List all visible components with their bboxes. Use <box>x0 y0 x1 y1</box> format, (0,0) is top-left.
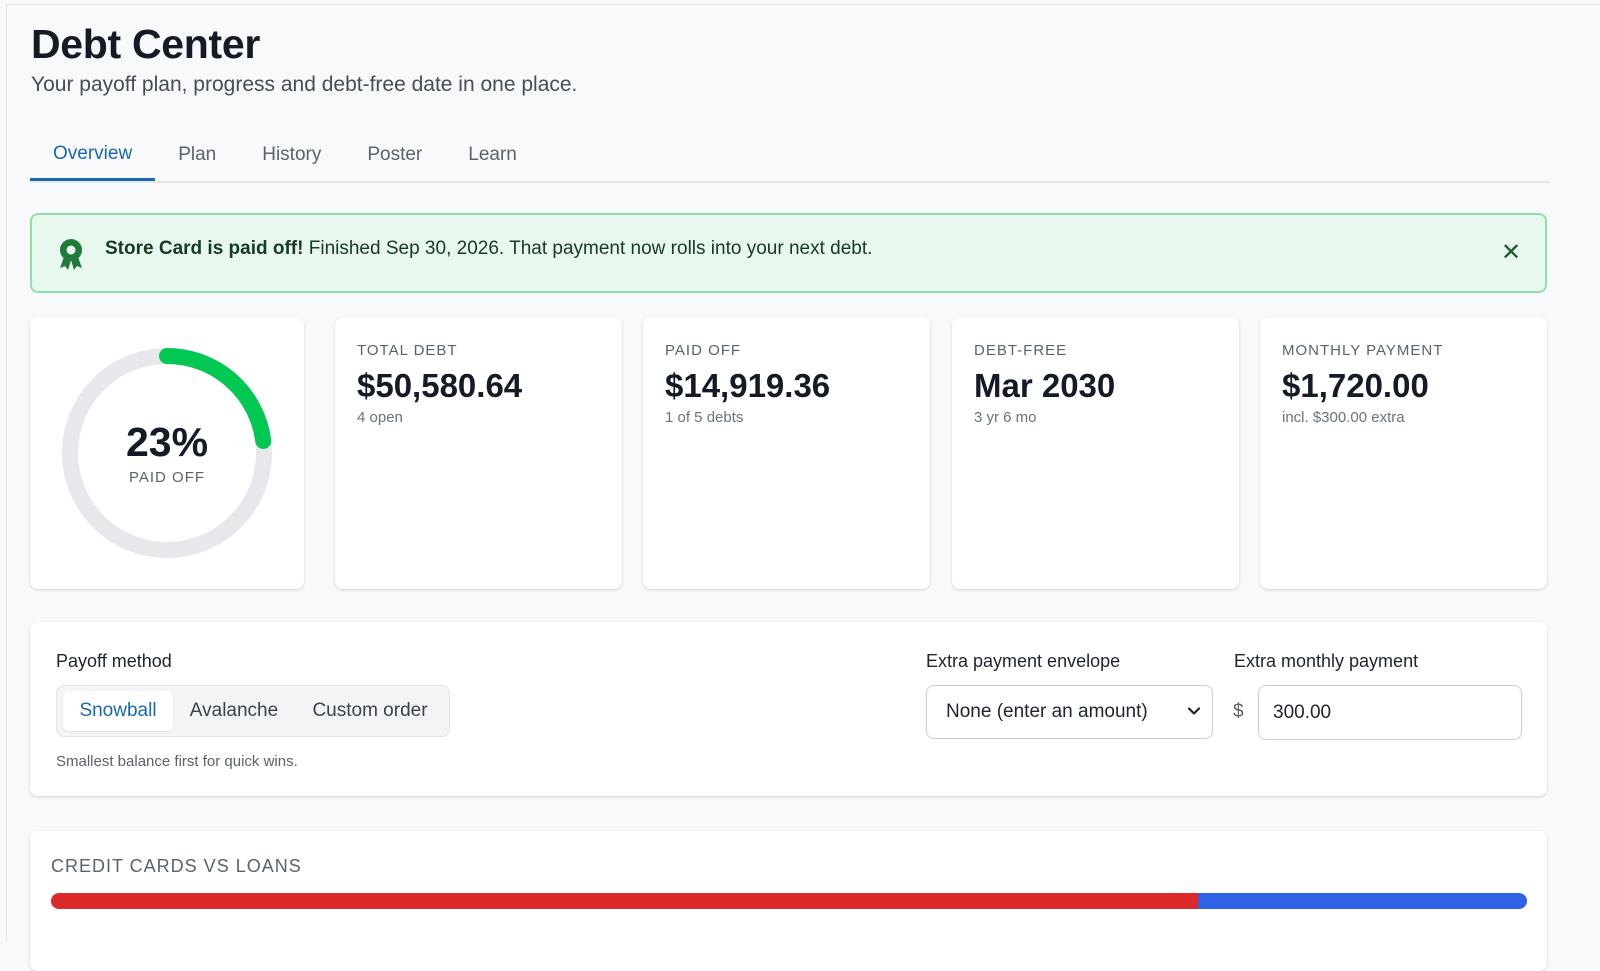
progress-caption: PAID OFF <box>128 469 206 486</box>
tab-bar: Overview Plan History Poster Learn <box>30 129 1550 183</box>
stat-value: Mar 2030 <box>974 367 1116 404</box>
tab-poster[interactable]: Poster <box>344 129 445 181</box>
banner-message: Finished Sep 30, 2026. That payment now … <box>308 238 873 259</box>
envelope-select[interactable]: None (enter an amount) <box>926 685 1213 739</box>
extra-payment-label: Extra monthly payment <box>1234 651 1419 671</box>
credit-cards-segment <box>51 893 1198 909</box>
tab-history[interactable]: History <box>239 129 344 181</box>
total-debt-card: TOTAL DEBT $50,580.64 4 open <box>335 317 622 589</box>
stat-sub: incl. $300.00 extra <box>1282 409 1405 426</box>
debt-center-page: Debt Center Your payoff plan, progress a… <box>6 4 1600 971</box>
paid-off-banner: Store Card is paid off! Finished Sep 30,… <box>30 213 1547 293</box>
chevron-down-icon <box>1187 707 1201 715</box>
tab-plan[interactable]: Plan <box>155 129 239 181</box>
stat-sub: 3 yr 6 mo <box>974 409 1037 426</box>
loans-segment <box>1197 893 1527 909</box>
award-ribbon-icon <box>56 237 86 271</box>
stat-label: DEBT-FREE <box>974 342 1068 359</box>
stat-sub: 1 of 5 debts <box>665 409 744 426</box>
method-avalanche-button[interactable]: Avalanche <box>175 691 293 731</box>
paid-off-card: PAID OFF $14,919.36 1 of 5 debts <box>643 317 930 589</box>
progress-ring-card: 23% PAID OFF <box>30 317 304 589</box>
payoff-method-toggle: Snowball Avalanche Custom order <box>56 685 450 737</box>
stat-label: MONTHLY PAYMENT <box>1282 342 1444 359</box>
page-title: Debt Center <box>31 21 261 67</box>
tab-overview[interactable]: Overview <box>30 129 156 181</box>
envelope-select-value: None (enter an amount) <box>946 701 1148 722</box>
monthly-payment-card: MONTHLY PAYMENT $1,720.00 incl. $300.00 … <box>1260 317 1547 589</box>
currency-symbol: $ <box>1233 701 1244 722</box>
credit-vs-loans-card: CREDIT CARDS VS LOANS <box>30 831 1547 971</box>
stat-sub: 4 open <box>357 409 403 426</box>
envelope-label: Extra payment envelope <box>926 651 1121 671</box>
method-hint: Smallest balance first for quick wins. <box>56 753 298 770</box>
breakdown-title: CREDIT CARDS VS LOANS <box>51 856 302 876</box>
progress-percent: 23% <box>125 419 209 465</box>
banner-headline: Store Card is paid off! <box>105 238 304 259</box>
payoff-controls-card: Payoff method Snowball Avalanche Custom … <box>30 622 1547 796</box>
stat-label: PAID OFF <box>665 342 742 359</box>
stat-label: TOTAL DEBT <box>357 342 458 359</box>
tab-learn[interactable]: Learn <box>445 129 540 181</box>
stat-value: $14,919.36 <box>665 367 831 404</box>
stat-value: $50,580.64 <box>357 367 523 404</box>
close-icon[interactable]: ✕ <box>1497 239 1525 267</box>
stat-value: $1,720.00 <box>1282 367 1429 404</box>
extra-payment-input[interactable] <box>1258 685 1522 740</box>
payoff-method-label: Payoff method <box>56 651 172 671</box>
banner-text: Store Card is paid off! Finished Sep 30,… <box>105 238 872 260</box>
debt-free-card: DEBT-FREE Mar 2030 3 yr 6 mo <box>952 317 1239 589</box>
method-snowball-button[interactable]: Snowball <box>63 691 173 731</box>
method-custom-order-button[interactable]: Custom order <box>295 691 445 731</box>
page-subtitle: Your payoff plan, progress and debt-free… <box>31 73 578 96</box>
credit-vs-loans-bar <box>51 893 1527 909</box>
